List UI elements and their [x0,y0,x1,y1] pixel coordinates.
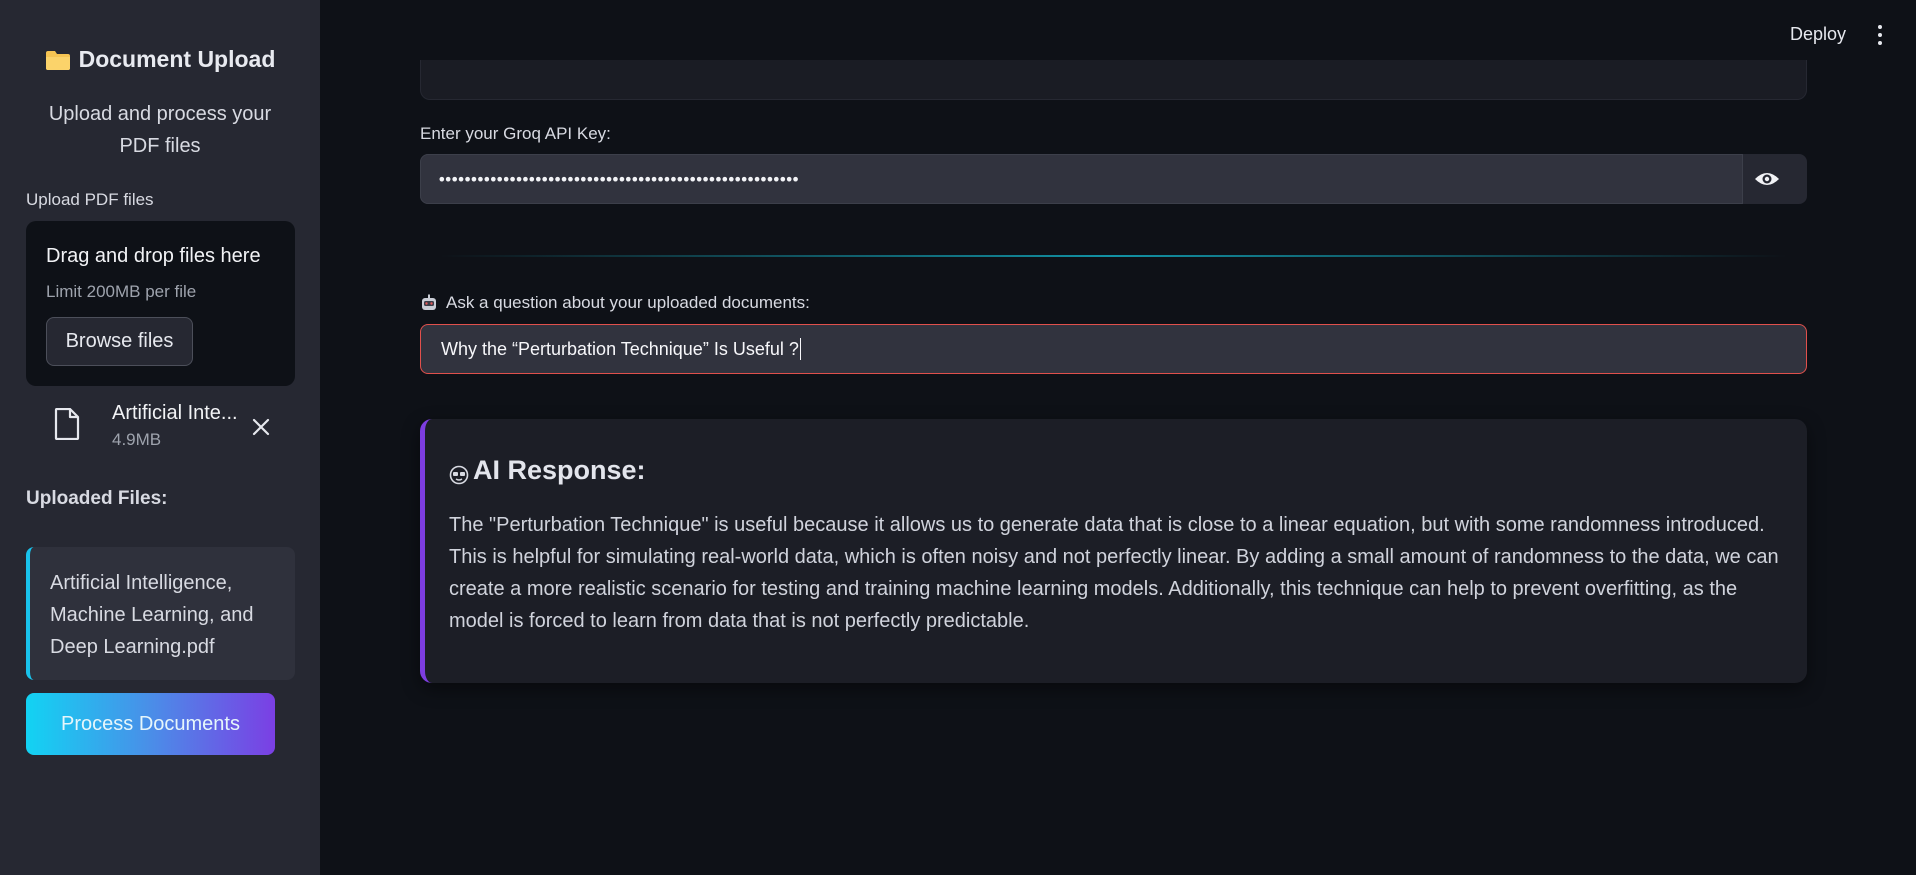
deploy-button[interactable]: Deploy [1790,24,1846,45]
uploaded-file-name: Artificial Intelligence, Machine Learnin… [50,572,254,658]
sidebar: Document Upload Upload and process your … [0,0,320,875]
previous-input-field[interactable] [420,60,1807,100]
eye-icon[interactable] [1753,167,1781,191]
file-size: 4.9MB [112,430,162,449]
ai-response-title-text: AI Response: [473,455,646,485]
ai-response-text: The "Perturbation Technique" is useful b… [449,514,1779,632]
sidebar-title: Document Upload [0,46,320,73]
kebab-menu-icon[interactable] [1874,24,1886,46]
file-icon [54,407,80,441]
ai-response-card: AI Response: The "Perturbation Technique… [420,419,1807,683]
question-label: Ask a question about your uploaded docum… [420,293,810,313]
question-input[interactable]: Why the “Perturbation Technique” Is Usef… [420,324,1807,374]
uploaded-files-heading: Uploaded Files: [26,488,168,509]
ai-response-title: AI Response: [449,455,646,486]
question-label-text: Ask a question about your uploaded docum… [446,293,810,312]
robot-icon [420,294,438,312]
dropzone-title: Drag and drop files here [46,245,261,267]
ai-emoji-icon [449,461,469,484]
section-divider [440,255,1787,257]
dropzone-limit: Limit 200MB per file [46,282,197,301]
sidebar-title-text: Document Upload [78,46,276,72]
api-key-label: Enter your Groq API Key: [420,124,611,143]
text-caret [799,338,801,360]
upload-label: Upload PDF files [26,190,154,209]
file-dropzone[interactable]: Drag and drop files here Limit 200MB per… [26,221,295,386]
uploaded-file-row: Artificial Inte... 4.9MB [26,398,295,458]
browse-files-button[interactable]: Browse files [46,317,193,366]
file-name: Artificial Inte... [112,402,238,424]
process-documents-button[interactable]: Process Documents [26,693,275,755]
folder-icon [45,49,71,71]
close-icon[interactable] [250,416,272,438]
uploaded-file-card: Artificial Intelligence, Machine Learnin… [26,547,295,680]
api-key-field: ••••••••••••••••••••••••••••••••••••••••… [420,154,1807,204]
question-input-value: Why the “Perturbation Technique” Is Usef… [441,338,799,359]
api-key-input[interactable]: ••••••••••••••••••••••••••••••••••••••••… [420,154,1743,204]
sidebar-subtitle: Upload and process your PDF files [48,103,272,157]
